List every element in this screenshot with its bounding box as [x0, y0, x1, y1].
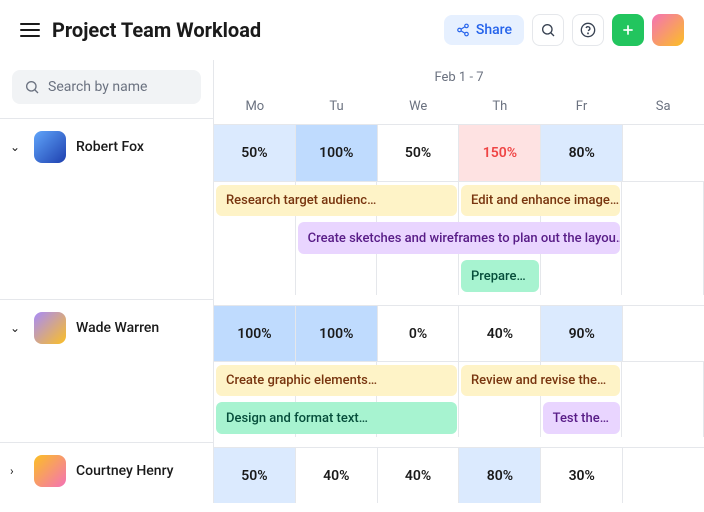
day-header: Tu [296, 91, 378, 124]
task-bar[interactable]: Research target audienc… [216, 185, 457, 216]
workload-cell[interactable]: 40% [459, 306, 541, 361]
search-icon [24, 79, 40, 95]
search-button[interactable] [532, 14, 564, 46]
chevron-down-icon[interactable]: ⌄ [10, 140, 24, 154]
person-name: Courtney Henry [76, 463, 174, 479]
user-avatar[interactable] [652, 14, 684, 46]
chevron-right-icon[interactable]: › [10, 464, 24, 478]
person-row: ⌄ Wade Warren [0, 299, 213, 356]
search-placeholder: Search by name [48, 79, 147, 95]
workload-cell[interactable]: 100% [296, 306, 378, 361]
person-name: Wade Warren [76, 320, 159, 336]
workload-cell[interactable]: 30% [541, 448, 623, 503]
day-header: Mo [214, 91, 296, 124]
workload-cell[interactable]: 80% [541, 125, 623, 181]
person-row: ⌄ Robert Fox [0, 118, 213, 175]
avatar [34, 312, 66, 344]
task-bar[interactable]: Edit and enhance image… [461, 185, 620, 216]
workload-cell[interactable]: 40% [296, 448, 378, 503]
workload-cell[interactable]: 50% [214, 448, 296, 503]
page-title: Project Team Workload [52, 18, 432, 42]
chevron-down-icon[interactable]: ⌄ [10, 321, 24, 335]
search-icon [540, 22, 556, 38]
task-bar[interactable]: Test the… [543, 402, 621, 434]
share-label: Share [476, 22, 512, 38]
workload-cell [623, 448, 704, 503]
task-bar[interactable]: Create graphic elements… [216, 365, 457, 396]
day-header: We [377, 91, 459, 124]
date-range-label: Feb 1 - 7 [214, 60, 704, 91]
workload-cell[interactable]: 100% [214, 306, 296, 361]
workload-cell[interactable]: 50% [214, 125, 296, 181]
workload-cell[interactable]: 0% [378, 306, 460, 361]
help-button[interactable] [572, 14, 604, 46]
workload-cell[interactable]: 80% [459, 448, 541, 503]
workload-cell[interactable]: 150% [459, 125, 541, 181]
task-bar[interactable]: Review and revise the… [461, 365, 620, 396]
avatar [34, 131, 66, 163]
menu-icon[interactable] [20, 23, 40, 37]
add-button[interactable] [612, 14, 644, 46]
day-headers: Mo Tu We Th Fr Sa [214, 91, 704, 125]
day-header: Fr [541, 91, 623, 124]
plus-icon [620, 22, 636, 38]
person-row: › Courtney Henry [0, 442, 213, 499]
task-bar[interactable]: Design and format text… [216, 402, 457, 434]
workload-cell[interactable]: 50% [378, 125, 460, 181]
workload-cell[interactable]: 40% [378, 448, 460, 503]
search-input[interactable]: Search by name [12, 70, 201, 104]
workload-cell[interactable]: 90% [541, 306, 623, 361]
workload-cell [623, 306, 704, 361]
workload-cell[interactable]: 100% [296, 125, 378, 181]
share-icon [456, 23, 470, 37]
task-bar[interactable]: Prepare… [461, 260, 539, 292]
help-icon [580, 22, 596, 38]
task-bar[interactable]: Create sketches and wireframes to plan o… [298, 222, 621, 254]
share-button[interactable]: Share [444, 15, 524, 45]
day-header: Sa [622, 91, 704, 124]
person-name: Robert Fox [76, 139, 144, 155]
avatar [34, 455, 66, 487]
day-header: Th [459, 91, 541, 124]
workload-cell [623, 125, 704, 181]
